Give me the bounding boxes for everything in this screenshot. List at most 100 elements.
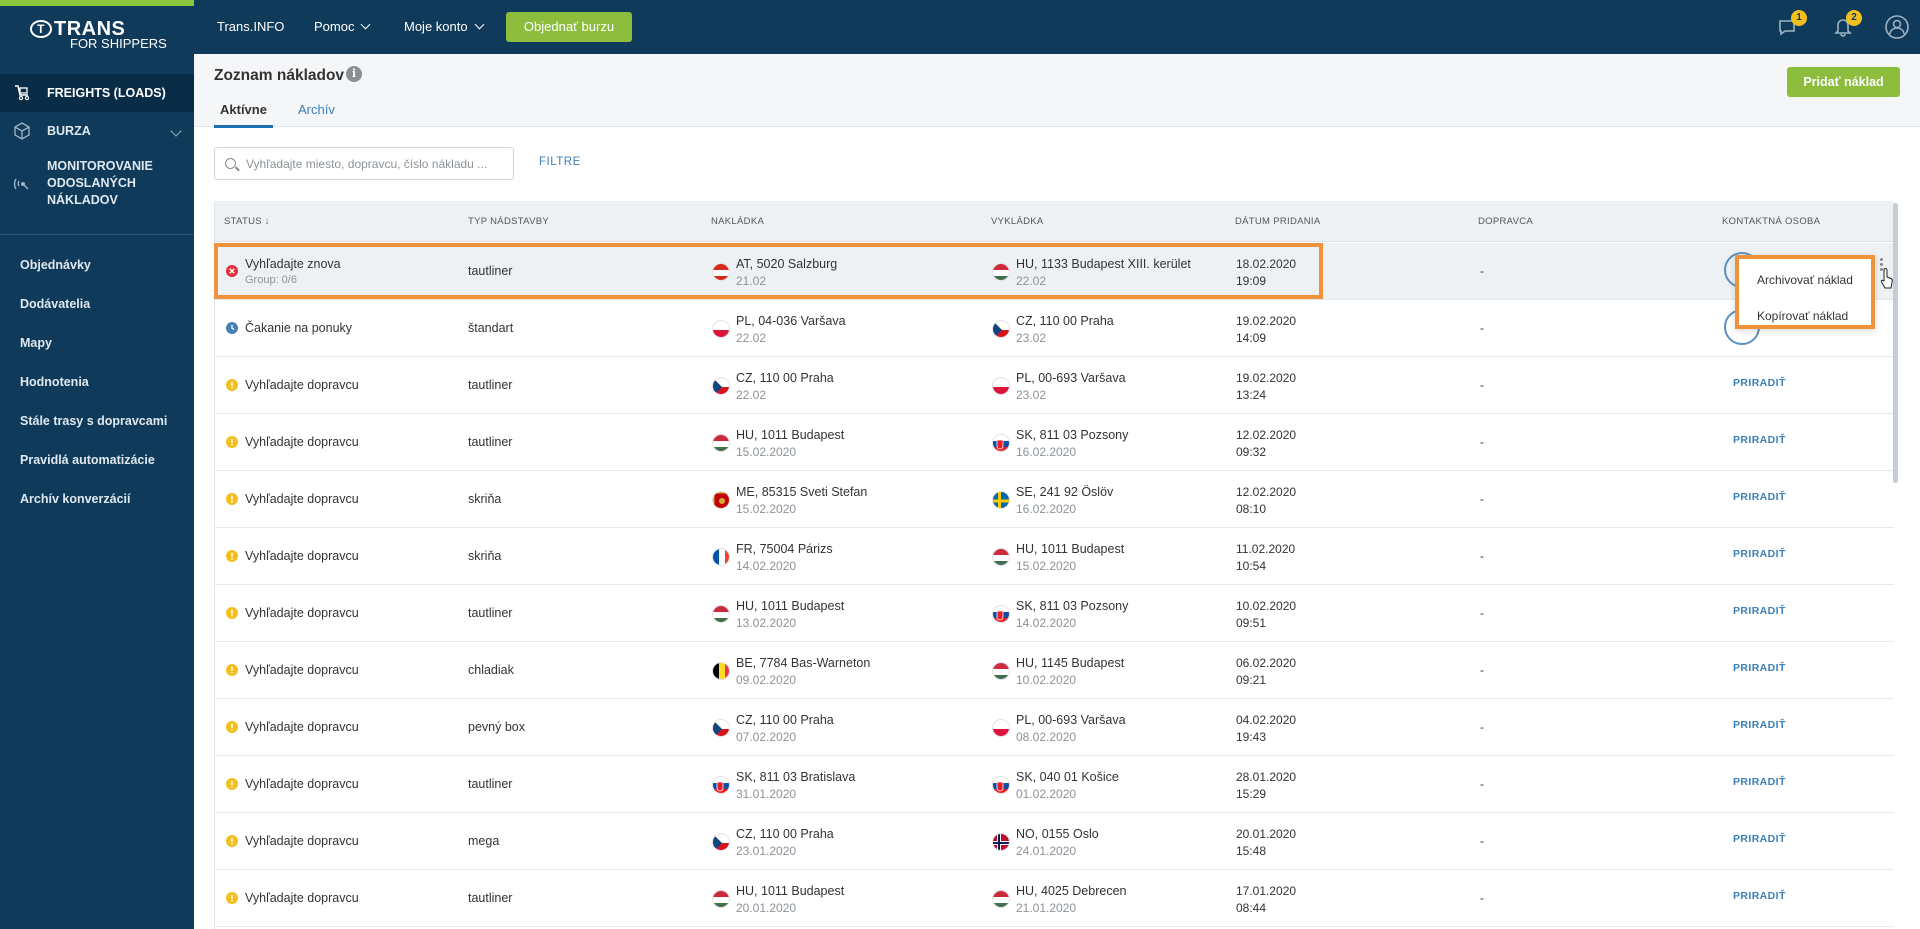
status-waiting-icon xyxy=(226,322,238,334)
time-added: 14:09 xyxy=(1236,331,1267,345)
menu-item-copy-load[interactable]: Kopírovať náklad xyxy=(1757,309,1848,323)
flag-cz-icon xyxy=(712,377,730,395)
header-status[interactable]: STATUS ↓ xyxy=(224,216,270,227)
table-row[interactable]: Vyhľadajte dopravcu chladiak BE, 7784 Bas-… xyxy=(215,642,1894,699)
tab-active[interactable]: Aktívne xyxy=(214,102,273,128)
unloading-date: 16.02.2020 xyxy=(1016,445,1077,459)
flag-pl-icon xyxy=(992,377,1010,395)
notifications-badge: 2 xyxy=(1846,10,1862,26)
table-scrollbar[interactable] xyxy=(1893,203,1898,483)
table-row[interactable]: Vyhľadajte dopravcu tautliner SK, 811 03 B… xyxy=(215,756,1894,813)
sidebar-item-orders[interactable]: Objednávky xyxy=(0,253,194,292)
loading-date: 14.02.2020 xyxy=(736,559,797,573)
user-profile-button[interactable] xyxy=(1884,14,1910,40)
loading-date: 07.02.2020 xyxy=(736,730,797,744)
secondary-nav: Objednávky Dodávatelia Mapy Hodnotenia S… xyxy=(0,253,194,526)
sidebar-item-suppliers[interactable]: Dodávatelia xyxy=(0,292,194,331)
flag-pl-icon xyxy=(712,320,730,338)
more-options-icon[interactable] xyxy=(1880,258,1883,261)
assign-link[interactable]: PRIRADIŤ xyxy=(1733,833,1786,845)
carrier: - xyxy=(1480,492,1484,506)
filter-button[interactable]: FILTRE xyxy=(539,156,581,168)
loading-date: 22.02 xyxy=(736,331,767,345)
time-added: 09:51 xyxy=(1236,616,1267,630)
sidebar-item-conversation-archive[interactable]: Archív konverzácií xyxy=(0,487,194,526)
table-row[interactable]: Vyhľadajte dopravcu tautliner HU, 1011 Bud… xyxy=(215,870,1894,927)
assign-link[interactable]: PRIRADIŤ xyxy=(1733,605,1786,617)
assign-link[interactable]: PRIRADIŤ xyxy=(1733,491,1786,503)
assign-link[interactable]: PRIRADIŤ xyxy=(1733,776,1786,788)
flag-hu-icon xyxy=(992,890,1010,908)
flag-se-icon xyxy=(992,491,1010,509)
status-text: Vyhľadajte dopravcu xyxy=(245,606,359,620)
assign-link[interactable]: PRIRADIŤ xyxy=(1733,434,1786,446)
status-text: Vyhľadajte dopravcu xyxy=(245,663,359,677)
table-row[interactable]: Vyhľadajte dopravcu skriňa ME, 85315 Sveti… xyxy=(215,471,1894,528)
sidebar-item-fixed-routes[interactable]: Stále trasy s dopravcami xyxy=(0,409,194,448)
date-added: 20.01.2020 xyxy=(1236,827,1297,841)
table-row[interactable]: Čakanie na ponuky štandart PL, 04-036 Varš… xyxy=(215,300,1894,357)
carrier: - xyxy=(1480,663,1484,677)
trans-for-shippers-logo[interactable]: T TRANS FOR SHIPPERS xyxy=(30,18,180,54)
status-warning-icon xyxy=(226,721,238,733)
menu-item-archive-load[interactable]: Archivovať náklad xyxy=(1757,273,1853,287)
assign-link[interactable]: PRIRADIŤ xyxy=(1733,377,1786,389)
carrier: - xyxy=(1480,378,1484,392)
header-contact-person: KONTAKTNÁ OSOBA xyxy=(1722,216,1821,227)
unloading-date: 24.01.2020 xyxy=(1016,844,1077,858)
notifications-button[interactable]: 2 xyxy=(1830,10,1862,40)
sidebar-accent-line xyxy=(0,0,194,6)
date-added: 28.01.2020 xyxy=(1236,770,1297,784)
date-added: 06.02.2020 xyxy=(1236,656,1297,670)
table-row[interactable]: Vyhľadajte dopravcu mega CZ, 110 00 Praha 2… xyxy=(215,813,1894,870)
flag-hu-icon xyxy=(992,548,1010,566)
status-warning-icon xyxy=(226,835,238,847)
order-exchange-button[interactable]: Objednať burzu xyxy=(506,12,632,42)
status-warning-icon xyxy=(226,436,238,448)
sidebar-item-ratings[interactable]: Hodnotenia xyxy=(0,370,194,409)
flag-cz-icon xyxy=(992,320,1010,338)
loading-place: ME, 85315 Sveti Stefan xyxy=(736,485,868,499)
menu-my-account[interactable]: Moje konto xyxy=(404,19,485,34)
sidebar-item-maps[interactable]: Mapy xyxy=(0,331,194,370)
highlight-frame xyxy=(214,243,1323,299)
link-trans-info[interactable]: Trans.INFO xyxy=(217,19,284,34)
unloading-place: SK, 811 03 Pozsony xyxy=(1016,428,1129,442)
unloading-place: HU, 4025 Debrecen xyxy=(1016,884,1127,898)
nav-item-monitoring[interactable]: MONITOROVANIE ODOSLANÝCH NÁKLADOV xyxy=(0,150,194,216)
date-added: 19.02.2020 xyxy=(1236,371,1297,385)
time-added: 08:44 xyxy=(1236,901,1267,915)
chevron-down-icon xyxy=(361,19,371,30)
search-input[interactable] xyxy=(246,148,506,179)
nav-item-label: MONITOROVANIE ODOSLANÝCH NÁKLADOV xyxy=(47,158,153,207)
assign-link[interactable]: PRIRADIŤ xyxy=(1733,662,1786,674)
body-type: mega xyxy=(468,834,500,848)
top-bar: Trans.INFO Pomoc Moje konto Objednať bur… xyxy=(194,0,1920,54)
menu-help[interactable]: Pomoc xyxy=(314,19,371,34)
messages-button[interactable]: 1 xyxy=(1775,10,1807,40)
sidebar-item-automation-rules[interactable]: Pravidlá automatizácie xyxy=(0,448,194,487)
table-row[interactable]: Vyhľadajte dopravcu tautliner HU, 1011 Bud… xyxy=(215,585,1894,642)
table-row[interactable]: Vyhľadajte dopravcu tautliner CZ, 110 00 P… xyxy=(215,357,1894,414)
assign-link[interactable]: PRIRADIŤ xyxy=(1733,548,1786,560)
loading-place: HU, 1011 Budapest xyxy=(736,599,845,613)
table-row[interactable]: Vyhľadajte dopravcu tautliner HU, 1011 Bud… xyxy=(215,414,1894,471)
box-icon xyxy=(14,122,30,140)
page-title: Zoznam nákladov xyxy=(214,67,345,84)
main-nav: FREIGHTS (LOADS) BURZA MONITOROVANIE ODO… xyxy=(0,74,194,216)
flag-pl-icon xyxy=(992,719,1010,737)
nav-item-freights[interactable]: FREIGHTS (LOADS) xyxy=(0,74,194,112)
tab-archive[interactable]: Archív xyxy=(298,102,335,117)
nav-item-burza[interactable]: BURZA xyxy=(0,112,194,150)
status-text: Vyhľadajte dopravcu xyxy=(245,834,359,848)
loads-table: STATUS ↓ TYP NÁDSTAVBY NAKLÁDKA VYKLÁDKA… xyxy=(214,201,1894,929)
table-row[interactable]: Vyhľadajte dopravcu skriňa FR, 75004 Páriz… xyxy=(215,528,1894,585)
assign-link[interactable]: PRIRADIŤ xyxy=(1733,890,1786,902)
table-row[interactable]: Vyhľadajte dopravcu pevný box CZ, 110 00 P… xyxy=(215,699,1894,756)
status-text: Vyhľadajte dopravcu xyxy=(245,549,359,563)
assign-link[interactable]: PRIRADIŤ xyxy=(1733,719,1786,731)
add-load-button[interactable]: Pridať náklad xyxy=(1787,67,1900,97)
info-icon[interactable]: i xyxy=(346,66,362,82)
status-warning-icon xyxy=(226,493,238,505)
unloading-date: 23.02 xyxy=(1016,388,1047,402)
